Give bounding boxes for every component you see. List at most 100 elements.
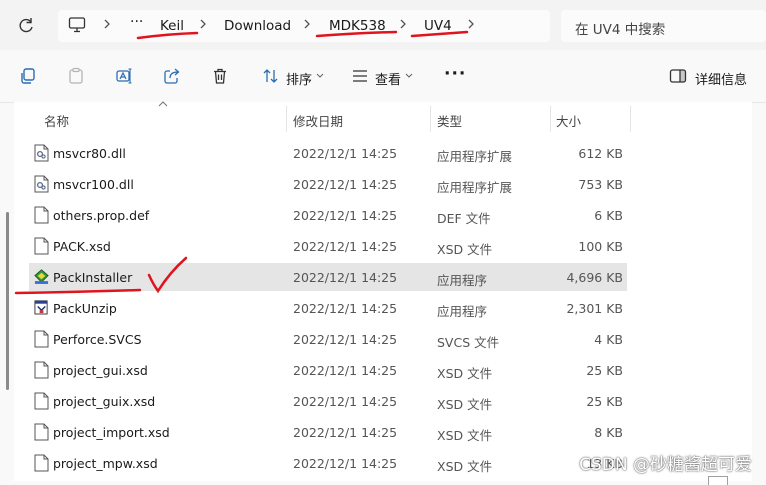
sort-icon[interactable]: [262, 67, 280, 85]
chevron-right-icon[interactable]: [302, 17, 312, 31]
file-type: 应用程序: [437, 304, 488, 319]
file-size: 2,301 KB: [566, 301, 623, 316]
file-type: SVCS 文件: [437, 335, 500, 350]
view-icon[interactable]: [351, 67, 369, 85]
file-name: PackUnzip: [53, 301, 117, 316]
delete-icon[interactable]: [211, 67, 229, 85]
file-name: Perforce.SVCS: [53, 332, 142, 347]
file-size: 25 KB: [586, 363, 623, 378]
file-size: 4 KB: [594, 332, 623, 347]
chevron-right-icon[interactable]: [398, 17, 408, 31]
column-divider[interactable]: [430, 106, 431, 132]
file-row[interactable]: project_import.xsd 2022/12/1 14:25 XSD 文件 8…: [29, 418, 627, 446]
sort-ascending-icon: [158, 101, 168, 107]
file-name: msvcr100.dll: [53, 177, 134, 192]
file-name: PACK.xsd: [53, 239, 111, 254]
breadcrumb-more[interactable]: ···: [130, 14, 143, 30]
file-row[interactable]: PACK.xsd 2022/12/1 14:25 XSD 文件 100 KB: [29, 232, 627, 260]
file-date: 2022/12/1 14:25: [293, 208, 398, 223]
file-row[interactable]: project_mpw.xsd 2022/12/1 14:25 XSD 文件 13 K…: [29, 449, 627, 477]
file-date: 2022/12/1 14:25: [293, 425, 398, 440]
file-type: 应用程序扩展: [437, 149, 513, 164]
file-row[interactable]: project_gui.xsd 2022/12/1 14:25 XSD 文件 25 K…: [29, 356, 627, 384]
file-type: 应用程序: [437, 273, 488, 288]
file-row[interactable]: msvcr100.dll 2022/12/1 14:25 应用程序扩展 753 KB: [29, 170, 627, 198]
file-row[interactable]: others.prop.def 2022/12/1 14:25 DEF 文件 6 KB: [29, 201, 627, 229]
pack-installer-icon: [34, 268, 49, 286]
column-header-date[interactable]: 修改日期: [293, 111, 343, 130]
file-size: 612 KB: [578, 146, 623, 161]
details-pane-icon[interactable]: [669, 67, 687, 85]
file-row[interactable]: PackInstaller 2022/12/1 14:25 应用程序 4,696 KB: [29, 263, 627, 291]
file-type: XSD 文件: [437, 459, 493, 474]
breadcrumb-mdk538[interactable]: MDK538: [329, 18, 386, 34]
computer-icon[interactable]: [68, 17, 86, 33]
pack-unzip-icon: [34, 299, 49, 317]
file-row[interactable]: project_guix.xsd 2022/12/1 14:25 XSD 文件 25 …: [29, 387, 627, 415]
blank-file-icon: [34, 361, 49, 379]
breadcrumb-download[interactable]: Download: [224, 18, 291, 34]
rename-icon[interactable]: [115, 67, 133, 85]
blank-file-icon: [34, 423, 49, 441]
column-divider[interactable]: [550, 106, 551, 132]
chevron-down-icon[interactable]: [405, 73, 413, 79]
file-date: 2022/12/1 14:25: [293, 363, 398, 378]
file-size: 753 KB: [578, 177, 623, 192]
blank-file-icon: [34, 392, 49, 410]
dll-file-icon: [34, 144, 49, 162]
watermark: CSDN @砂糖酱超可爱: [579, 455, 752, 475]
sort-label[interactable]: 排序: [286, 69, 312, 88]
chevron-right-icon[interactable]: [198, 17, 208, 31]
blank-file-icon: [34, 454, 49, 472]
file-row[interactable]: msvcr80.dll 2022/12/1 14:25 应用程序扩展 612 KB: [29, 139, 627, 167]
file-date: 2022/12/1 14:25: [293, 146, 398, 161]
file-size: 100 KB: [578, 239, 623, 254]
file-type: XSD 文件: [437, 242, 493, 257]
chevron-right-icon[interactable]: [102, 17, 112, 31]
chevron-down-icon[interactable]: [316, 73, 324, 79]
column-divider[interactable]: [286, 106, 287, 132]
blank-file-icon: [34, 206, 49, 224]
dll-file-icon: [34, 175, 49, 193]
file-date: 2022/12/1 14:25: [293, 456, 398, 471]
file-name: project_gui.xsd: [53, 363, 148, 378]
file-date: 2022/12/1 14:25: [293, 394, 398, 409]
file-type: DEF 文件: [437, 211, 491, 226]
vertical-scrollbar[interactable]: [6, 212, 9, 390]
refresh-icon[interactable]: [16, 16, 36, 36]
share-icon[interactable]: [163, 67, 181, 85]
file-name: project_guix.xsd: [53, 394, 156, 409]
file-size: 25 KB: [586, 394, 623, 409]
more-options-button[interactable]: ···: [444, 64, 466, 84]
file-type: 应用程序扩展: [437, 180, 513, 195]
file-date: 2022/12/1 14:25: [293, 332, 398, 347]
file-type: XSD 文件: [437, 397, 493, 412]
view-label[interactable]: 查看: [375, 69, 401, 88]
file-date: 2022/12/1 14:25: [293, 239, 398, 254]
file-size: 8 KB: [594, 425, 623, 440]
file-date: 2022/12/1 14:25: [293, 177, 398, 192]
file-name: others.prop.def: [53, 208, 150, 223]
chevron-right-icon[interactable]: [466, 17, 476, 31]
file-name: msvcr80.dll: [53, 146, 126, 161]
paste-icon: [69, 67, 83, 84]
file-name: project_import.xsd: [53, 425, 170, 440]
search-placeholder[interactable]: 在 UV4 中搜索: [575, 18, 665, 38]
file-row[interactable]: Perforce.SVCS 2022/12/1 14:25 SVCS 文件 4 KB: [29, 325, 627, 353]
details-label[interactable]: 详细信息: [695, 69, 747, 88]
file-row[interactable]: PackUnzip 2022/12/1 14:25 应用程序 2,301 KB: [29, 294, 627, 322]
file-size: 6 KB: [594, 208, 623, 223]
column-divider[interactable]: [630, 106, 631, 132]
blank-file-icon: [34, 330, 49, 348]
file-name: project_mpw.xsd: [53, 456, 158, 471]
breadcrumb-keil[interactable]: Keil: [160, 18, 184, 34]
breadcrumb-uv4[interactable]: UV4: [424, 18, 452, 34]
column-header-type[interactable]: 类型: [437, 111, 462, 130]
column-header-name[interactable]: 名称: [44, 111, 69, 130]
file-date: 2022/12/1 14:25: [293, 301, 398, 316]
file-name: PackInstaller: [53, 270, 133, 285]
file-date: 2022/12/1 14:25: [293, 270, 398, 285]
blank-file-icon: [34, 237, 49, 255]
column-header-size[interactable]: 大小: [556, 111, 581, 130]
copy-icon[interactable]: [19, 67, 37, 85]
